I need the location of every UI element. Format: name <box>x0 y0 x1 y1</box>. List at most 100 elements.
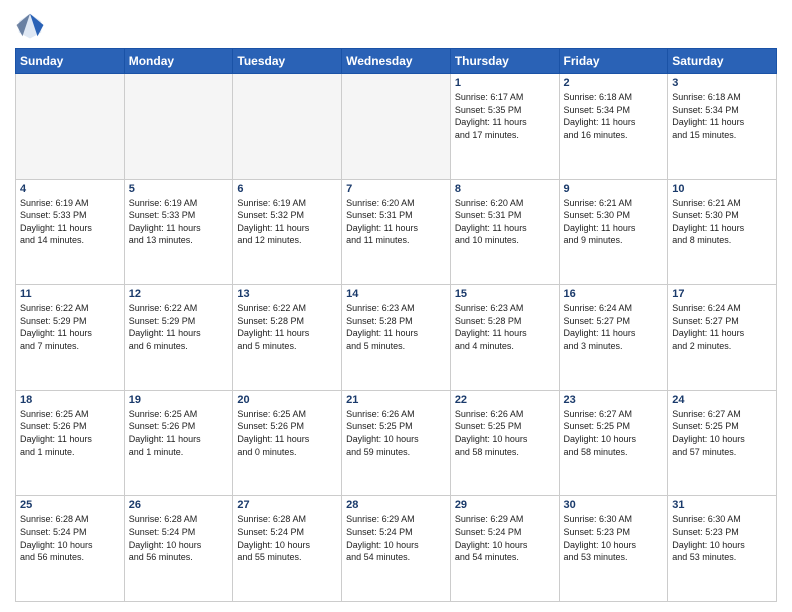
day-number: 19 <box>129 394 229 406</box>
calendar-week-row: 25 Sunrise: 6:28 AM Sunset: 5:24 PM Dayli… <box>16 496 777 602</box>
weekday-header-row: SundayMondayTuesdayWednesdayThursdayFrid… <box>16 49 777 74</box>
weekday-header: Saturday <box>668 49 777 74</box>
day-number: 12 <box>129 288 229 300</box>
calendar-cell: 28 Sunrise: 6:29 AM Sunset: 5:24 PM Dayli… <box>342 496 451 602</box>
calendar-cell: 22 Sunrise: 6:26 AM Sunset: 5:25 PM Dayli… <box>450 390 559 496</box>
day-number: 25 <box>20 499 120 511</box>
calendar-cell: 4 Sunrise: 6:19 AM Sunset: 5:33 PM Daylig… <box>16 179 125 285</box>
day-info: Sunrise: 6:24 AM Sunset: 5:27 PM Dayligh… <box>672 302 772 352</box>
weekday-header: Thursday <box>450 49 559 74</box>
day-info: Sunrise: 6:18 AM Sunset: 5:34 PM Dayligh… <box>564 91 664 141</box>
calendar-cell: 9 Sunrise: 6:21 AM Sunset: 5:30 PM Daylig… <box>559 179 668 285</box>
weekday-header: Monday <box>124 49 233 74</box>
calendar-cell: 25 Sunrise: 6:28 AM Sunset: 5:24 PM Dayli… <box>16 496 125 602</box>
logo-icon <box>15 10 45 40</box>
calendar-cell: 14 Sunrise: 6:23 AM Sunset: 5:28 PM Dayli… <box>342 285 451 391</box>
calendar-cell: 5 Sunrise: 6:19 AM Sunset: 5:33 PM Daylig… <box>124 179 233 285</box>
day-number: 1 <box>455 77 555 89</box>
day-info: Sunrise: 6:28 AM Sunset: 5:24 PM Dayligh… <box>20 513 120 563</box>
day-info: Sunrise: 6:27 AM Sunset: 5:25 PM Dayligh… <box>564 408 664 458</box>
calendar-cell: 15Sunrise: 6:23 AM Sunset: 5:28 PM Dayli… <box>450 285 559 391</box>
calendar-cell: 3 Sunrise: 6:18 AM Sunset: 5:34 PM Daylig… <box>668 74 777 180</box>
day-info: Sunrise: 6:22 AM Sunset: 5:28 PM Dayligh… <box>237 302 337 352</box>
day-info: Sunrise: 6:19 AM Sunset: 5:33 PM Dayligh… <box>129 197 229 247</box>
weekday-header: Wednesday <box>342 49 451 74</box>
logo <box>15 10 49 40</box>
calendar-table: SundayMondayTuesdayWednesdayThursdayFrid… <box>15 48 777 602</box>
calendar-week-row: 11 Sunrise: 6:22 AM Sunset: 5:29 PM Dayli… <box>16 285 777 391</box>
day-info: Sunrise: 6:21 AM Sunset: 5:30 PM Dayligh… <box>672 197 772 247</box>
calendar-cell: 2 Sunrise: 6:18 AM Sunset: 5:34 PM Daylig… <box>559 74 668 180</box>
header <box>15 10 777 40</box>
calendar-cell: 8Sunrise: 6:20 AM Sunset: 5:31 PM Daylig… <box>450 179 559 285</box>
calendar-week-row: 18 Sunrise: 6:25 AM Sunset: 5:26 PM Dayli… <box>16 390 777 496</box>
day-number: 29 <box>455 499 555 511</box>
day-number: 5 <box>129 183 229 195</box>
calendar-cell: 16 Sunrise: 6:24 AM Sunset: 5:27 PM Dayli… <box>559 285 668 391</box>
calendar-cell: 26 Sunrise: 6:28 AM Sunset: 5:24 PM Dayli… <box>124 496 233 602</box>
day-number: 7 <box>346 183 446 195</box>
day-number: 13 <box>237 288 337 300</box>
day-info: Sunrise: 6:18 AM Sunset: 5:34 PM Dayligh… <box>672 91 772 141</box>
day-number: 27 <box>237 499 337 511</box>
day-info: Sunrise: 6:24 AM Sunset: 5:27 PM Dayligh… <box>564 302 664 352</box>
day-info: Sunrise: 6:23 AM Sunset: 5:28 PM Dayligh… <box>455 302 555 352</box>
calendar-cell: 29Sunrise: 6:29 AM Sunset: 5:24 PM Dayli… <box>450 496 559 602</box>
day-info: Sunrise: 6:28 AM Sunset: 5:24 PM Dayligh… <box>129 513 229 563</box>
day-info: Sunrise: 6:29 AM Sunset: 5:24 PM Dayligh… <box>346 513 446 563</box>
day-number: 28 <box>346 499 446 511</box>
day-number: 18 <box>20 394 120 406</box>
weekday-header: Sunday <box>16 49 125 74</box>
calendar-cell <box>342 74 451 180</box>
day-number: 4 <box>20 183 120 195</box>
day-info: Sunrise: 6:25 AM Sunset: 5:26 PM Dayligh… <box>129 408 229 458</box>
calendar-cell <box>16 74 125 180</box>
calendar-cell: 1Sunrise: 6:17 AM Sunset: 5:35 PM Daylig… <box>450 74 559 180</box>
calendar-cell: 19 Sunrise: 6:25 AM Sunset: 5:26 PM Dayli… <box>124 390 233 496</box>
weekday-header: Tuesday <box>233 49 342 74</box>
calendar-cell: 23 Sunrise: 6:27 AM Sunset: 5:25 PM Dayli… <box>559 390 668 496</box>
day-number: 16 <box>564 288 664 300</box>
day-number: 10 <box>672 183 772 195</box>
day-number: 24 <box>672 394 772 406</box>
day-number: 3 <box>672 77 772 89</box>
day-number: 21 <box>346 394 446 406</box>
day-info: Sunrise: 6:22 AM Sunset: 5:29 PM Dayligh… <box>20 302 120 352</box>
day-number: 30 <box>564 499 664 511</box>
calendar-cell: 11 Sunrise: 6:22 AM Sunset: 5:29 PM Dayli… <box>16 285 125 391</box>
day-info: Sunrise: 6:25 AM Sunset: 5:26 PM Dayligh… <box>237 408 337 458</box>
calendar-cell: 13 Sunrise: 6:22 AM Sunset: 5:28 PM Dayli… <box>233 285 342 391</box>
calendar-week-row: 1Sunrise: 6:17 AM Sunset: 5:35 PM Daylig… <box>16 74 777 180</box>
calendar-cell: 20 Sunrise: 6:25 AM Sunset: 5:26 PM Dayli… <box>233 390 342 496</box>
day-number: 14 <box>346 288 446 300</box>
day-number: 9 <box>564 183 664 195</box>
day-number: 26 <box>129 499 229 511</box>
day-info: Sunrise: 6:20 AM Sunset: 5:31 PM Dayligh… <box>346 197 446 247</box>
page: SundayMondayTuesdayWednesdayThursdayFrid… <box>0 0 792 612</box>
calendar-cell <box>124 74 233 180</box>
day-info: Sunrise: 6:26 AM Sunset: 5:25 PM Dayligh… <box>455 408 555 458</box>
day-info: Sunrise: 6:19 AM Sunset: 5:33 PM Dayligh… <box>20 197 120 247</box>
calendar-cell: 12 Sunrise: 6:22 AM Sunset: 5:29 PM Dayli… <box>124 285 233 391</box>
day-info: Sunrise: 6:26 AM Sunset: 5:25 PM Dayligh… <box>346 408 446 458</box>
day-number: 17 <box>672 288 772 300</box>
day-info: Sunrise: 6:28 AM Sunset: 5:24 PM Dayligh… <box>237 513 337 563</box>
day-number: 2 <box>564 77 664 89</box>
day-info: Sunrise: 6:19 AM Sunset: 5:32 PM Dayligh… <box>237 197 337 247</box>
calendar-cell: 7 Sunrise: 6:20 AM Sunset: 5:31 PM Daylig… <box>342 179 451 285</box>
day-number: 11 <box>20 288 120 300</box>
calendar-cell: 6 Sunrise: 6:19 AM Sunset: 5:32 PM Daylig… <box>233 179 342 285</box>
day-number: 6 <box>237 183 337 195</box>
day-info: Sunrise: 6:27 AM Sunset: 5:25 PM Dayligh… <box>672 408 772 458</box>
calendar-cell: 30Sunrise: 6:30 AM Sunset: 5:23 PM Dayli… <box>559 496 668 602</box>
day-info: Sunrise: 6:30 AM Sunset: 5:23 PM Dayligh… <box>672 513 772 563</box>
day-number: 20 <box>237 394 337 406</box>
day-info: Sunrise: 6:21 AM Sunset: 5:30 PM Dayligh… <box>564 197 664 247</box>
calendar-week-row: 4 Sunrise: 6:19 AM Sunset: 5:33 PM Daylig… <box>16 179 777 285</box>
day-number: 23 <box>564 394 664 406</box>
day-info: Sunrise: 6:23 AM Sunset: 5:28 PM Dayligh… <box>346 302 446 352</box>
calendar-cell: 27 Sunrise: 6:28 AM Sunset: 5:24 PM Dayli… <box>233 496 342 602</box>
day-number: 22 <box>455 394 555 406</box>
day-info: Sunrise: 6:22 AM Sunset: 5:29 PM Dayligh… <box>129 302 229 352</box>
calendar-cell: 21 Sunrise: 6:26 AM Sunset: 5:25 PM Dayli… <box>342 390 451 496</box>
